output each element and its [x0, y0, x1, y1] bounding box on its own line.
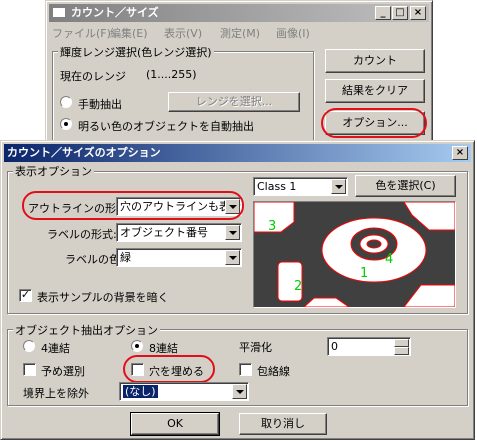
preview-hole-center: [366, 239, 382, 249]
preselect-checkbox[interactable]: [23, 363, 36, 376]
class-value: Class 1: [257, 180, 297, 193]
count-button[interactable]: カウント: [325, 49, 425, 73]
current-range-label: 現在のレンジ: [60, 70, 126, 83]
clear-results-button[interactable]: 結果をクリア: [325, 79, 425, 103]
minimize-button[interactable]: _: [375, 6, 391, 20]
fill-holes-label: 穴を埋める: [149, 365, 204, 378]
manual-extract-label: 手動抽出: [78, 98, 122, 111]
chevron-down-icon[interactable]: [225, 199, 240, 214]
label-format-label: ラベルの形式:: [47, 228, 117, 241]
menu-measure[interactable]: 測定(M): [220, 25, 260, 41]
manual-extract-radio[interactable]: [60, 96, 72, 108]
auto-extract-radio[interactable]: [60, 118, 72, 130]
darken-background-checkbox[interactable]: ✓: [19, 289, 32, 302]
count-size-titlebar: カウント／サイズ _ □ ×: [49, 4, 429, 22]
preview-sample: 3 2 1 4: [253, 201, 456, 308]
display-options-group-label: 表示オプション: [13, 163, 94, 179]
connectivity-8-label: 8連結: [149, 342, 178, 355]
spin-up-icon[interactable]: [394, 339, 409, 347]
maximize-button[interactable]: □: [392, 6, 408, 20]
exclude-border-select[interactable]: (なし): [119, 382, 249, 401]
chevron-down-icon[interactable]: [232, 384, 247, 399]
convex-hull-label: 包絡線: [257, 365, 290, 378]
close-button[interactable]: ×: [410, 6, 426, 20]
label-color-label: ラベルの色:: [65, 253, 124, 266]
connectivity-4-radio[interactable]: [23, 340, 35, 352]
outline-format-value: 穴のアウトラインも表示す: [120, 200, 242, 213]
select-color-button[interactable]: 色を選択(C): [355, 175, 456, 197]
menu-file[interactable]: ファイル(F): [52, 25, 111, 41]
preselect-label: 予め選別: [41, 365, 85, 378]
connectivity-4-label: 4連結: [41, 342, 70, 355]
class-select[interactable]: Class 1: [253, 177, 348, 196]
menu-image[interactable]: 画像(I): [276, 25, 310, 41]
exclude-border-label: 境界上を除外: [23, 387, 89, 400]
count-size-title: カウント／サイズ: [71, 6, 159, 19]
chevron-down-icon[interactable]: [331, 179, 346, 194]
label-format-select[interactable]: オブジェクト番号: [116, 223, 242, 242]
chevron-down-icon[interactable]: [225, 250, 240, 265]
smoothing-value: 0: [331, 340, 338, 353]
preview-label-3: 3: [268, 219, 276, 234]
options-dialog-title: カウント／サイズのオプション: [7, 146, 161, 159]
label-format-value: オブジェクト番号: [120, 226, 208, 239]
preview-label-2: 2: [294, 279, 302, 294]
range-selection-group-label: 輝度レンジ選択(色レンジ選択): [58, 44, 214, 60]
options-dialog-titlebar: カウント／サイズのオプション ×: [4, 144, 471, 162]
convex-hull-checkbox[interactable]: [239, 363, 252, 376]
exclude-border-value: (なし): [123, 385, 158, 398]
preview-label-4: 4: [385, 252, 393, 267]
label-color-select[interactable]: 緑: [116, 248, 242, 267]
smoothing-spin[interactable]: 0: [327, 337, 411, 356]
window-app-icon: [52, 7, 66, 18]
count-size-window: カウント／サイズ _ □ × ファイル(F) 編集(E) 表示(V) 測定(M)…: [45, 0, 433, 148]
chevron-down-icon[interactable]: [225, 225, 240, 240]
menu-view[interactable]: 表示(V): [164, 25, 202, 41]
connectivity-8-radio[interactable]: [131, 340, 143, 352]
cancel-button[interactable]: 取り消し: [239, 413, 327, 435]
ok-button[interactable]: OK: [130, 412, 220, 436]
extraction-options-group-label: オブジェクト抽出オプション: [13, 322, 160, 338]
fill-holes-checkbox[interactable]: [131, 363, 144, 376]
options-button[interactable]: オプション...: [325, 111, 425, 135]
current-range-value: (1....255): [146, 68, 197, 81]
outline-format-select[interactable]: 穴のアウトラインも表示す: [116, 197, 242, 216]
menu-edit[interactable]: 編集(E): [110, 25, 148, 41]
select-range-button[interactable]: レンジを選択...: [168, 92, 300, 112]
auto-extract-label: 明るい色のオブジェクトを自動抽出: [78, 120, 254, 133]
darken-background-label: 表示サンプルの背景を暗く: [37, 291, 169, 304]
dialog-close-button[interactable]: ×: [452, 146, 468, 160]
options-dialog: カウント／サイズのオプション × 表示オプション アウトラインの形式: 穴のアウ…: [0, 140, 475, 440]
smoothing-label: 平滑化: [239, 341, 272, 354]
preview-canvas: 3 2 1 4: [254, 202, 455, 307]
spin-down-icon[interactable]: [394, 347, 409, 355]
preview-label-1: 1: [360, 266, 368, 281]
label-color-value: 緑: [120, 251, 131, 264]
